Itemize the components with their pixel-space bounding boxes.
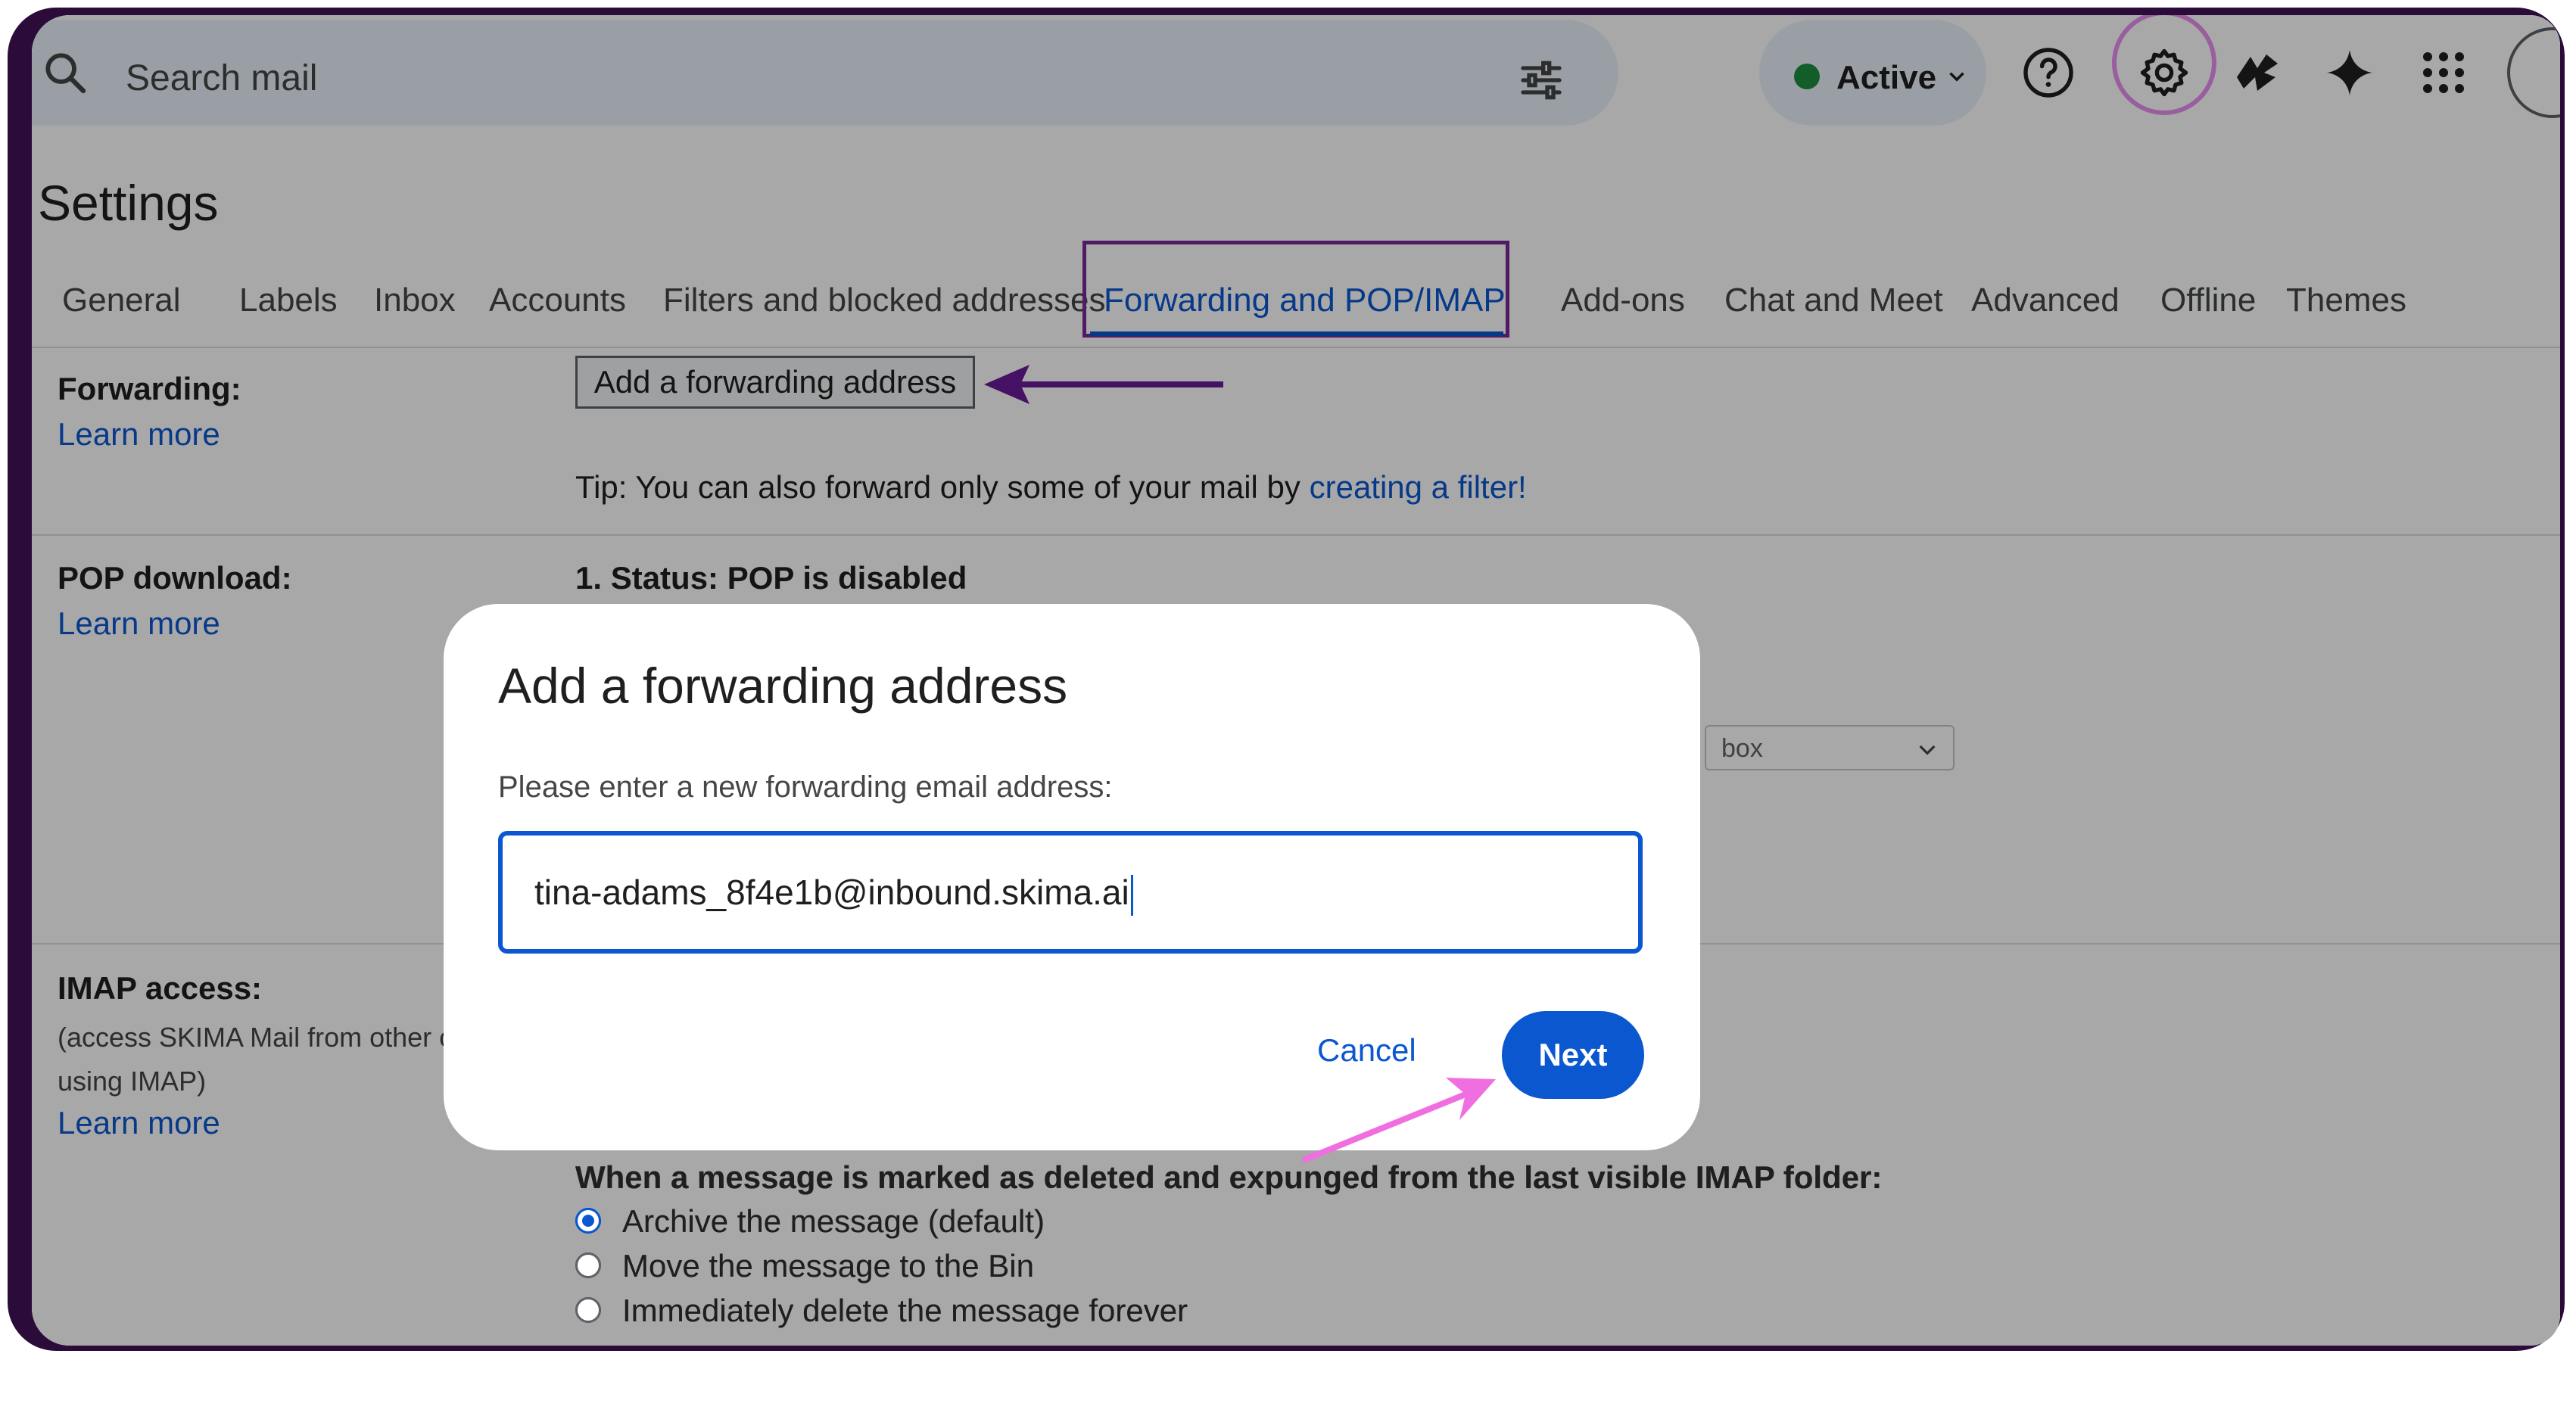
forwarding-email-input[interactable]: tina-adams_8f4e1b@inbound.skima.ai [498, 831, 1643, 954]
radio-archive-label-overlay: Archive the message (default) [622, 1203, 1045, 1239]
forwarding-email-value: tina-adams_8f4e1b@inbound.skima.ai [534, 873, 1129, 912]
next-button[interactable]: Next [1502, 1011, 1644, 1099]
dialog-prompt: Please enter a new forwarding email addr… [498, 770, 1113, 804]
radio-delete-forever-label-overlay: Immediately delete the message forever [622, 1293, 1188, 1328]
radio-archive-overlay[interactable] [575, 1208, 601, 1234]
radio-move-to-bin-label-overlay: Move the message to the Bin [622, 1248, 1034, 1284]
imap-deleted-heading-overlay: When a message is marked as deleted and … [575, 1159, 1883, 1195]
browser-window: Search mail Active Settings General Labe… [32, 15, 2560, 1346]
dialog-title: Add a forwarding address [498, 658, 1068, 714]
annotation-arrow-pink [1302, 1078, 1496, 1162]
radio-move-to-bin-overlay[interactable] [575, 1253, 601, 1278]
radio-delete-forever-overlay[interactable] [575, 1297, 601, 1323]
text-caret [1130, 874, 1133, 916]
